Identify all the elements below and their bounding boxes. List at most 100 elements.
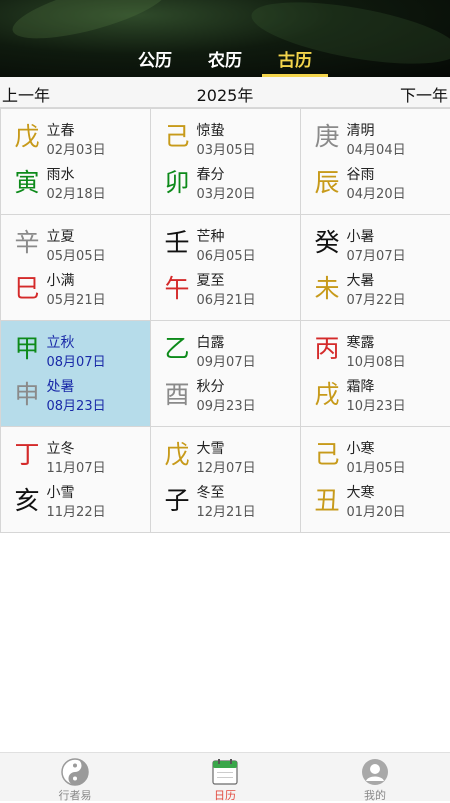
solar-term-date: 09月23日 xyxy=(197,398,256,416)
solar-term-date: 08月07日 xyxy=(47,354,106,372)
solar-term-name: 白露 xyxy=(197,334,225,352)
solar-term-name: 冬至 xyxy=(197,484,225,502)
earthly-branch: 亥 xyxy=(15,487,40,515)
heavenly-stem: 己 xyxy=(165,123,190,151)
solar-term-date: 11月07日 xyxy=(47,460,106,478)
solar-term-name: 小雪 xyxy=(47,484,75,502)
solar-term-name: 立冬 xyxy=(47,440,75,458)
earthly-branch: 戌 xyxy=(315,381,340,409)
bottom-navigation: 行者易 日历 我的 xyxy=(0,752,450,801)
heavenly-stem: 辛 xyxy=(15,229,40,257)
solar-term-date: 10月08日 xyxy=(347,354,406,372)
solar-term-cell[interactable]: 辛巳立夏05月05日小满05月21日 xyxy=(0,214,151,321)
heavenly-stem: 丁 xyxy=(15,441,40,469)
solar-term-date: 06月21日 xyxy=(197,292,256,310)
solar-term-cell[interactable]: 乙酉 白露 09月07日秋分 09月23日 xyxy=(150,320,301,427)
solar-term-date: 06月05日 xyxy=(197,248,256,266)
earthly-branch: 申 xyxy=(15,381,40,409)
solar-term-name: 芒种 xyxy=(197,228,225,246)
solar-term-cell[interactable]: 庚辰清明04月04日谷雨04月20日 xyxy=(300,108,450,215)
solar-term-name: 小暑 xyxy=(347,228,375,246)
solar-term-name: 霜降 xyxy=(347,378,375,396)
earthly-branch: 午 xyxy=(165,275,190,303)
earthly-branch: 子 xyxy=(165,487,190,515)
solar-term-name: 处暑 xyxy=(47,378,75,396)
solar-term-name: 秋分 xyxy=(197,378,225,396)
nav-item-profile[interactable]: 我的 xyxy=(300,753,450,801)
solar-term-date: 09月07日 xyxy=(197,354,256,372)
solar-term-name: 雨水 xyxy=(47,166,75,184)
nav-item-calendar[interactable]: 日历 xyxy=(150,753,300,801)
solar-term-name: 春分 xyxy=(197,166,225,184)
solar-term-cell[interactable]: 甲申 立秋 08月07日处暑 08月23日 xyxy=(0,320,151,427)
earthly-branch: 卯 xyxy=(165,169,190,197)
heavenly-stem: 乙 xyxy=(165,335,190,363)
earthly-branch: 未 xyxy=(315,275,340,303)
earthly-branch: 寅 xyxy=(15,169,40,197)
earthly-branch: 丑 xyxy=(315,487,340,515)
solar-term-cell[interactable]: 壬午 芒种 06月05日夏至 06月21日 xyxy=(150,214,301,321)
solar-term-name: 立夏 xyxy=(47,228,75,246)
solar-term-cell[interactable]: 丁亥 立冬 11月07日小雪 11月22日 xyxy=(0,426,151,533)
solar-term-name: 大寒 xyxy=(347,484,375,502)
nav-item-xingzheyi[interactable]: 行者易 xyxy=(0,753,150,801)
solar-term-date: 10月23日 xyxy=(347,398,406,416)
heavenly-stem: 癸 xyxy=(315,229,340,257)
solar-term-date: 12月07日 xyxy=(197,460,256,478)
calendar-tabs: 公历 农历 古历 xyxy=(0,48,450,77)
solar-term-name: 大雪 xyxy=(197,440,225,458)
solar-term-date: 01月20日 xyxy=(347,504,406,522)
solar-term-date: 07月07日 xyxy=(347,248,406,266)
earthly-branch: 巳 xyxy=(15,275,40,303)
solar-term-cell[interactable]: 己丑小寒01月05日大寒01月20日 xyxy=(300,426,450,533)
yin-yang-icon xyxy=(61,758,89,786)
heavenly-stem: 甲 xyxy=(15,335,40,363)
solar-term-cell[interactable]: 己卯惊蛰03月05日春分03月20日 xyxy=(150,108,301,215)
solar-term-name: 小寒 xyxy=(347,440,375,458)
solar-term-cell[interactable]: 戊寅 立春 02月03日雨水 02月18日 xyxy=(0,108,151,215)
calendar-icon xyxy=(211,758,239,786)
leaf-decoration xyxy=(8,0,173,50)
solar-term-name: 立秋 xyxy=(47,334,75,352)
solar-term-name: 谷雨 xyxy=(347,166,375,184)
solar-term-date: 02月18日 xyxy=(47,186,106,204)
solar-term-date: 04月20日 xyxy=(347,186,406,204)
tab-ancient[interactable]: 古历 xyxy=(262,48,328,77)
solar-term-date: 05月05日 xyxy=(47,248,106,266)
heavenly-stem: 戊 xyxy=(15,123,40,151)
solar-term-name: 寒露 xyxy=(347,334,375,352)
solar-term-date: 01月05日 xyxy=(347,460,406,478)
solar-term-date: 07月22日 xyxy=(347,292,406,310)
prev-year-button[interactable]: 上一年 xyxy=(2,82,50,106)
solar-term-cell[interactable]: 丙戌 寒露 10月08日霜降 10月23日 xyxy=(300,320,450,427)
solar-term-date: 02月03日 xyxy=(47,142,106,160)
nav-label: 日历 xyxy=(150,787,300,803)
user-icon xyxy=(361,758,389,786)
solar-term-date: 08月23日 xyxy=(47,398,106,416)
next-year-button[interactable]: 下一年 xyxy=(400,82,448,106)
heavenly-stem: 壬 xyxy=(165,229,190,257)
solar-term-cell[interactable]: 癸未 小暑 07月07日大暑 07月22日 xyxy=(300,214,450,321)
solar-term-date: 12月21日 xyxy=(197,504,256,522)
earthly-branch: 酉 xyxy=(165,381,190,409)
earthly-branch: 辰 xyxy=(315,169,340,197)
nav-label: 我的 xyxy=(300,787,450,803)
solar-term-cell[interactable]: 戊子 大雪 12月07日冬至 12月21日 xyxy=(150,426,301,533)
current-year: 2025年 xyxy=(0,82,450,106)
solar-term-date: 11月22日 xyxy=(47,504,106,522)
solar-term-name: 夏至 xyxy=(197,272,225,290)
solar-term-date: 05月21日 xyxy=(47,292,106,310)
solar-term-date: 03月20日 xyxy=(197,186,256,204)
solar-term-date: 03月05日 xyxy=(197,142,256,160)
heavenly-stem: 丙 xyxy=(315,335,340,363)
solar-terms-grid: 戊寅立春02月03日雨水02月18日己卯惊蛰03月05日春分03月20日庚辰清明… xyxy=(0,108,450,534)
header-banner: 公历 农历 古历 xyxy=(0,0,450,77)
tab-gregorian[interactable]: 公历 xyxy=(122,48,188,77)
heavenly-stem: 庚 xyxy=(315,123,340,151)
solar-term-name: 大暑 xyxy=(347,272,375,290)
heavenly-stem: 戊 xyxy=(165,441,190,469)
solar-term-name: 立春 xyxy=(47,122,75,140)
year-navigation: 上一年 2025年 下一年 xyxy=(0,77,450,108)
tab-lunar[interactable]: 农历 xyxy=(192,48,258,77)
nav-label: 行者易 xyxy=(0,787,150,803)
